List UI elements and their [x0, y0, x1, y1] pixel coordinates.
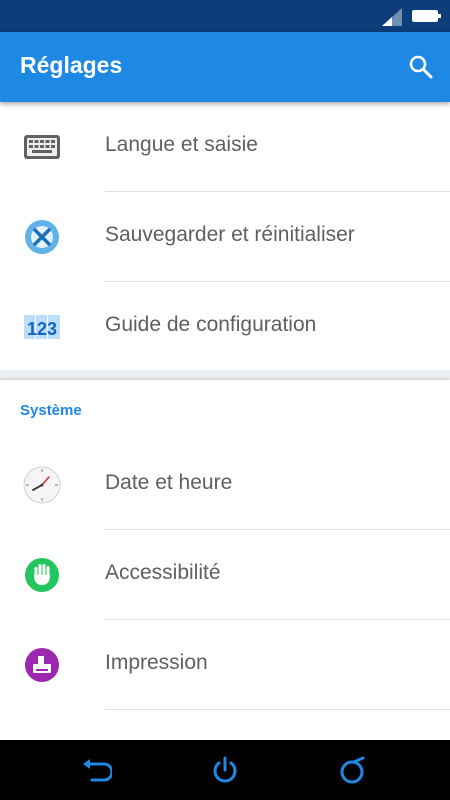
section-header-systeme: Système	[20, 402, 82, 419]
hand-icon	[25, 558, 59, 592]
setup-guide-123-icon: 123	[24, 315, 60, 339]
settings-card-personal: Langue et saisie Sauvegarder et réinitia…	[0, 102, 450, 370]
settings-item-label: Date et heure	[105, 471, 233, 494]
settings-card-system: Système Date et heure Accessibilité Impr…	[0, 380, 450, 740]
settings-item-accessibilite[interactable]: Accessibilité	[0, 530, 450, 620]
page-title: Réglages	[20, 52, 123, 78]
signal-icon	[382, 8, 402, 26]
backup-restore-icon	[25, 220, 59, 254]
settings-item-guide-configuration[interactable]: 123 Guide de configuration	[0, 282, 450, 372]
settings-item-label: Langue et saisie	[105, 133, 258, 156]
settings-item-impression[interactable]: Impression	[0, 620, 450, 710]
settings-item-label: Sauvegarder et réinitialiser	[105, 223, 355, 246]
settings-item-label: Guide de configuration	[105, 313, 317, 336]
svg-text:123: 123	[27, 319, 57, 339]
recents-icon[interactable]	[336, 754, 368, 786]
search-icon[interactable]	[406, 52, 436, 82]
navigation-bar	[0, 740, 450, 800]
settings-item-date-et-heure[interactable]: Date et heure	[0, 440, 450, 530]
clock-icon	[23, 466, 61, 504]
back-icon[interactable]	[80, 754, 112, 786]
settings-item-label: Accessibilité	[105, 561, 221, 584]
settings-item-label: Impression	[105, 651, 208, 674]
settings-item-sauvegarder[interactable]: Sauvegarder et réinitialiser	[0, 192, 450, 282]
settings-item-langue-et-saisie[interactable]: Langue et saisie	[0, 102, 450, 192]
battery-icon	[412, 10, 441, 22]
keyboard-icon	[24, 135, 60, 159]
printer-icon	[25, 648, 59, 682]
app-bar: Réglages	[0, 32, 450, 102]
power-icon[interactable]	[209, 754, 241, 786]
divider	[105, 709, 450, 710]
status-bar	[0, 0, 450, 32]
